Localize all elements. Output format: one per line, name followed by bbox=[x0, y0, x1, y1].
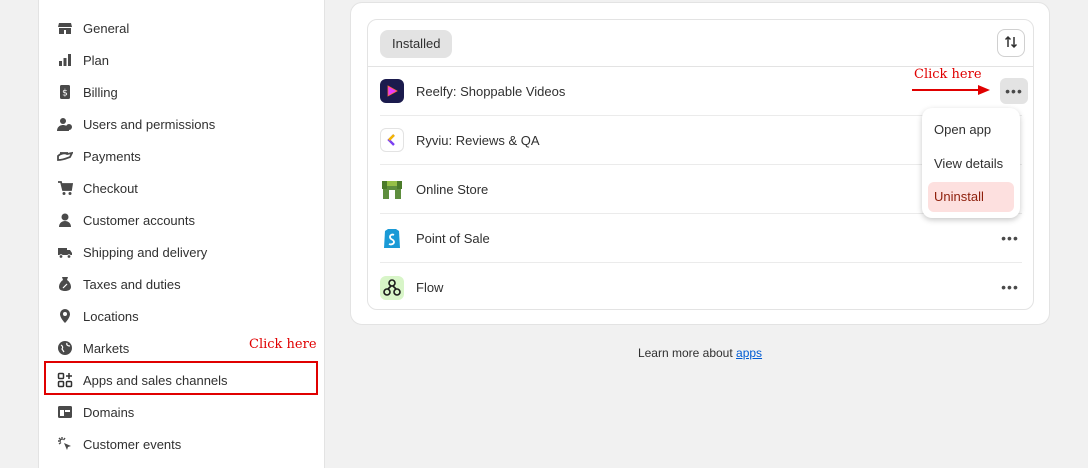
sidebar-item-label: Locations bbox=[83, 308, 139, 324]
sidebar-item-label: Shipping and delivery bbox=[83, 244, 208, 260]
flow-icon bbox=[380, 275, 404, 300]
online-store-icon bbox=[380, 177, 404, 201]
more-actions-button[interactable]: ••• bbox=[998, 226, 1022, 250]
billing-icon: $ bbox=[57, 84, 73, 100]
sidebar-item-label: Users and permissions bbox=[83, 116, 216, 132]
learn-more-link[interactable]: apps bbox=[736, 346, 762, 360]
sidebar-item-checkout[interactable]: Checkout bbox=[53, 172, 315, 204]
payments-icon bbox=[57, 148, 73, 164]
sort-icon bbox=[1004, 35, 1018, 52]
sidebar-item-billing[interactable]: $ Billing bbox=[53, 76, 315, 108]
app-name: Online Store bbox=[416, 181, 489, 197]
ryviu-icon bbox=[380, 128, 404, 152]
sidebar-item-shipping[interactable]: Shipping and delivery bbox=[53, 236, 315, 268]
sidebar-item-label: Markets bbox=[83, 340, 130, 356]
highlight-box bbox=[44, 361, 318, 395]
users-icon bbox=[57, 116, 73, 132]
click-here-annotation: Click here bbox=[249, 337, 317, 352]
learn-more-text: Learn more about bbox=[637, 346, 737, 360]
cursor-click-icon bbox=[57, 436, 73, 452]
app-row-flow[interactable]: Flow ••• bbox=[380, 263, 1022, 312]
sidebar-item-label: Customer accounts bbox=[83, 212, 195, 228]
sidebar-item-plan[interactable]: Plan bbox=[53, 44, 315, 76]
reelfy-icon bbox=[380, 79, 404, 103]
sidebar-item-label: Customer events bbox=[83, 436, 182, 452]
svg-text:$: $ bbox=[62, 89, 68, 99]
more-actions-button[interactable]: ••• bbox=[998, 275, 1022, 299]
person-icon bbox=[57, 212, 73, 228]
sidebar-item-payments[interactable]: Payments bbox=[53, 140, 315, 172]
sidebar-item-label: Domains bbox=[83, 404, 135, 420]
sidebar-item-label: Taxes and duties bbox=[83, 276, 181, 292]
sidebar-item-customer-accounts[interactable]: Customer accounts bbox=[53, 204, 315, 236]
list-header: Installed bbox=[368, 20, 1033, 67]
menu-item-uninstall[interactable]: Uninstall bbox=[928, 182, 1014, 212]
tax-icon bbox=[57, 276, 73, 292]
sidebar-item-label: Billing bbox=[83, 84, 118, 100]
click-here-annotation: Click here bbox=[914, 67, 982, 82]
settings-sidebar: General Plan $ Billing Users and permiss… bbox=[38, 0, 325, 468]
sidebar-item-label: Payments bbox=[83, 148, 141, 164]
app-name: Reelfy: Shoppable Videos bbox=[416, 83, 566, 99]
sidebar-item-label: General bbox=[83, 20, 130, 36]
sort-button[interactable] bbox=[997, 29, 1025, 57]
tab-installed[interactable]: Installed bbox=[380, 30, 453, 58]
sidebar-item-locations[interactable]: Locations bbox=[53, 300, 315, 332]
store-icon bbox=[57, 20, 73, 36]
location-pin-icon bbox=[57, 308, 73, 324]
truck-icon bbox=[57, 244, 73, 260]
learn-more-footer: Learn more about apps bbox=[350, 346, 1050, 360]
app-name: Flow bbox=[416, 280, 444, 295]
app-name: Ryviu: Reviews & QA bbox=[416, 132, 540, 148]
sidebar-item-label: Plan bbox=[83, 52, 110, 68]
sidebar-item-domains[interactable]: Domains bbox=[53, 396, 315, 428]
app-actions-menu: Open app View details Uninstall bbox=[922, 108, 1020, 218]
globe-icon bbox=[57, 340, 73, 356]
sidebar-item-label: Checkout bbox=[83, 180, 138, 196]
sidebar-item-users[interactable]: Users and permissions bbox=[53, 108, 315, 140]
app-name: Point of Sale bbox=[416, 230, 490, 246]
pos-icon bbox=[380, 226, 404, 250]
cart-icon bbox=[57, 180, 73, 196]
menu-item-view-details[interactable]: View details bbox=[928, 149, 1014, 179]
more-actions-button[interactable]: ••• bbox=[1000, 78, 1028, 104]
sidebar-item-general[interactable]: General bbox=[53, 12, 315, 44]
plan-icon bbox=[57, 52, 73, 68]
menu-item-open-app[interactable]: Open app bbox=[928, 115, 1014, 145]
domains-icon bbox=[57, 404, 73, 420]
sidebar-item-taxes[interactable]: Taxes and duties bbox=[53, 268, 315, 300]
app-row-point-of-sale[interactable]: Point of Sale ••• bbox=[380, 214, 1022, 263]
arrow-right-icon bbox=[912, 85, 990, 95]
sidebar-item-customer-events[interactable]: Customer events bbox=[53, 428, 315, 460]
